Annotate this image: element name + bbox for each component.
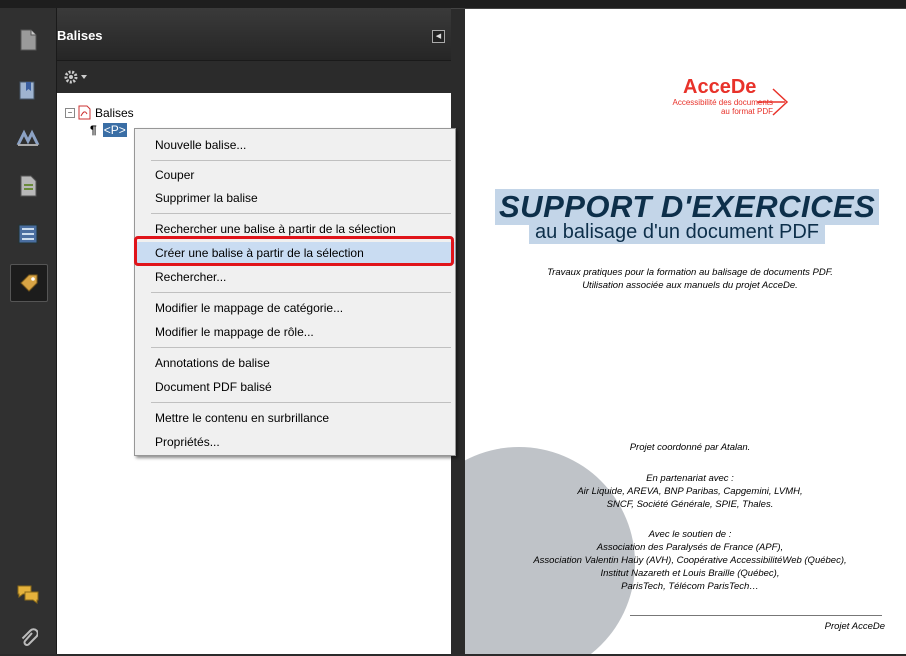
description-line-1: Travaux pratiques pour la formation au b… (547, 267, 833, 278)
collapse-minus-icon[interactable]: − (65, 107, 75, 118)
footer-rule (630, 615, 882, 616)
menu-item-supprimer-balise[interactable]: Supprimer la balise (135, 187, 455, 209)
tree-child-label: <P> (102, 123, 127, 137)
menu-item-rechercher-balise-selection[interactable]: Rechercher une balise à partir de la sél… (135, 218, 455, 240)
comments-icon[interactable] (10, 576, 46, 612)
support-line-4: ParisTech, Télécom ParisTech… (621, 581, 759, 592)
gear-icon (64, 70, 78, 84)
menu-item-mappage-categorie[interactable]: Modifier le mappage de catégorie... (135, 297, 455, 319)
tree-item-root[interactable]: − Balises (65, 105, 134, 120)
triangle-left-icon[interactable]: ◀ (432, 30, 445, 43)
menu-item-document-pdf-balise[interactable]: Document PDF balisé (135, 376, 455, 398)
menu-separator (151, 347, 451, 348)
bookmarks-icon[interactable] (10, 72, 46, 108)
partners-line-2: SNCF, Société Générale, SPIE, Thales. (606, 499, 774, 510)
support-heading: Avec le soutien de : (648, 529, 732, 540)
navigation-pane-icon-bar (0, 8, 57, 654)
menu-item-creer-balise-selection[interactable]: Créer une balise à partir de la sélectio… (135, 242, 455, 264)
panel-header: Balises ◀ (57, 8, 451, 61)
description-line-2: Utilisation associée aux manuels du proj… (582, 280, 798, 291)
document-subtitle: au balisage d'un document PDF (529, 221, 825, 244)
order-icon[interactable] (10, 216, 46, 252)
menu-separator (151, 402, 451, 403)
support-line-1: Association des Paralysés de France (APF… (596, 542, 784, 553)
options-toolbar (57, 61, 451, 93)
menu-separator (151, 292, 451, 293)
menu-item-proprietes[interactable]: Propriétés... (135, 431, 455, 453)
tree-item-child[interactable]: ¶ <P> (90, 123, 127, 137)
support-line-2: Association Valentin Haüy (AVH), Coopéra… (533, 555, 847, 566)
menu-item-annotations-balise[interactable]: Annotations de balise (135, 352, 455, 374)
logo-title: AcceDe (683, 76, 757, 98)
menu-item-rechercher[interactable]: Rechercher... (135, 266, 455, 288)
footer-text: Projet AcceDe (824, 621, 885, 632)
document-title: SUPPORT D'EXERCICES (495, 189, 880, 225)
document-page: AcceDe Accessibilité des documents au fo… (465, 9, 906, 654)
tree-root-label: Balises (95, 105, 134, 120)
panel-title: Balises (57, 28, 103, 43)
pages-icon[interactable] (10, 22, 46, 58)
chevron-down-icon (81, 75, 87, 79)
pilcrow-icon: ¶ (90, 123, 97, 137)
arrow-right-icon (757, 88, 789, 116)
support-line-3: Institut Nazareth et Louis Braille (Québ… (600, 568, 780, 579)
pdf-icon (78, 105, 91, 120)
options-menu-button[interactable] (63, 69, 87, 85)
partners-heading: En partenariat avec : (646, 473, 734, 484)
logo-subtitle: Accessibilité des documents au format PD… (672, 98, 774, 116)
menu-separator (151, 213, 451, 214)
attachments-icon[interactable] (10, 620, 46, 656)
content-icon[interactable] (10, 168, 46, 204)
partners-line-1: Air Liquide, AREVA, BNP Paribas, Capgemi… (577, 486, 803, 497)
menu-item-surbrillance[interactable]: Mettre le contenu en surbrillance (135, 407, 455, 429)
menu-separator (151, 160, 451, 161)
menu-item-mappage-role[interactable]: Modifier le mappage de rôle... (135, 321, 455, 343)
tags-icon[interactable] (10, 264, 48, 302)
menu-item-nouvelle-balise[interactable]: Nouvelle balise... (135, 134, 455, 156)
coordination-text: Projet coordonné par Atalan. (629, 442, 751, 453)
context-menu: Nouvelle balise... Couper Supprimer la b… (134, 128, 456, 456)
menu-item-couper[interactable]: Couper (135, 164, 455, 186)
signatures-icon[interactable] (10, 120, 46, 156)
